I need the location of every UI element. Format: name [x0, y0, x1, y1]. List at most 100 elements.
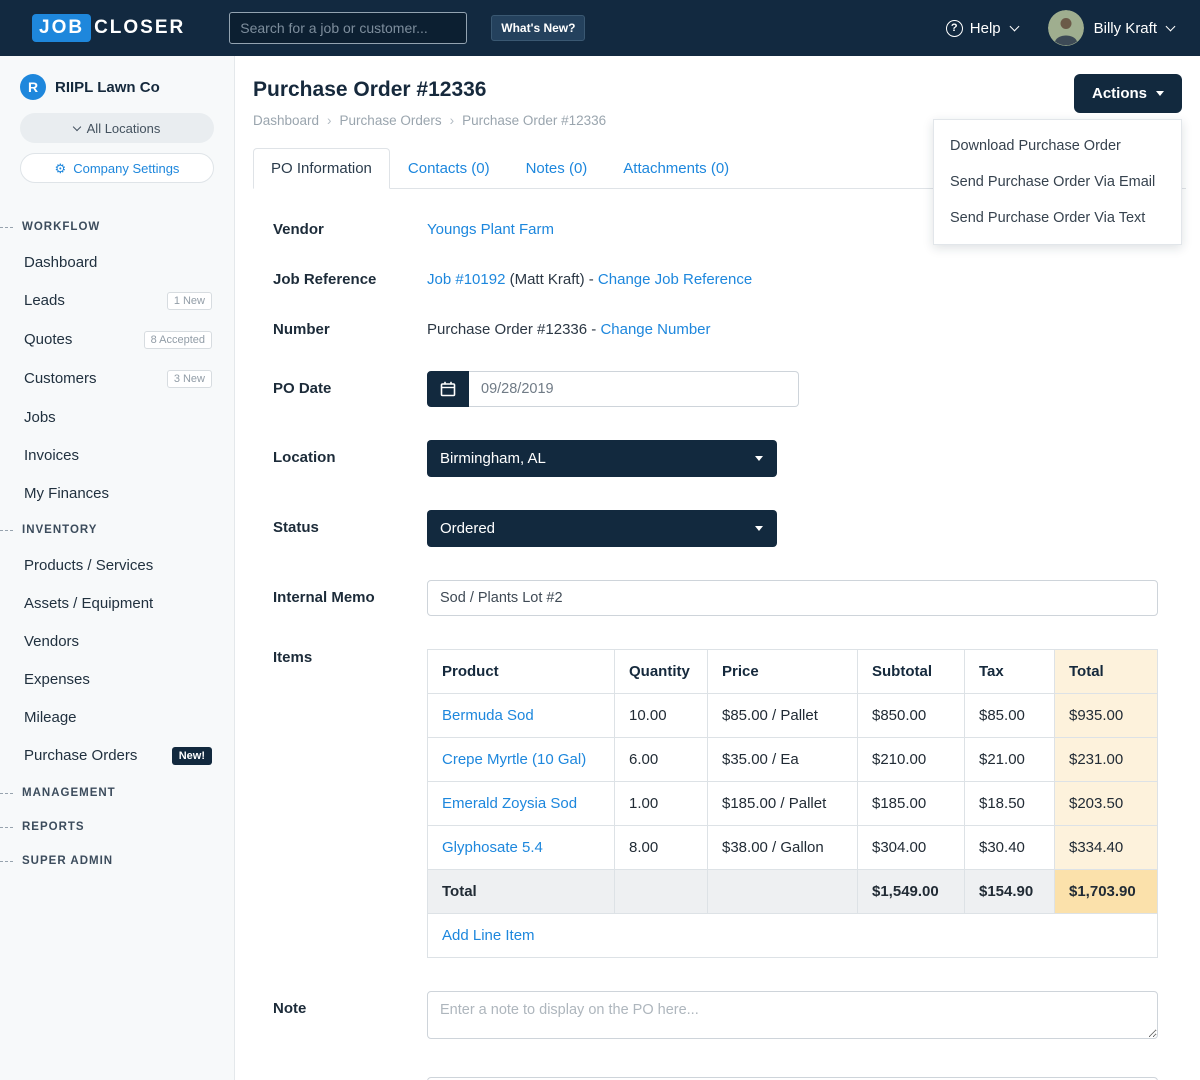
- status-select[interactable]: Ordered: [427, 510, 777, 547]
- col-product: Product: [428, 650, 615, 694]
- sidebar-item-quotes[interactable]: Quotes8 Accepted: [0, 320, 234, 359]
- menu-item-send-po-text[interactable]: Send Purchase Order Via Text: [934, 200, 1181, 236]
- grand-total: $1,703.90: [1055, 870, 1158, 914]
- sidebar-item-my-finances[interactable]: My Finances: [0, 474, 234, 512]
- company-avatar: R: [20, 74, 46, 100]
- tab-notes[interactable]: Notes (0): [508, 148, 606, 189]
- sidebar: R RIIPL Lawn Co All Locations ⚙ Company …: [0, 56, 235, 1080]
- change-job-reference-link[interactable]: Change Job Reference: [598, 271, 752, 288]
- all-locations-button[interactable]: All Locations: [20, 113, 214, 143]
- user-menu[interactable]: Billy Kraft: [1048, 10, 1174, 46]
- company-name: RIIPL Lawn Co: [55, 79, 160, 96]
- vendor-link[interactable]: Youngs Plant Farm: [427, 221, 554, 238]
- sidebar-item-purchase-orders[interactable]: Purchase OrdersNew!: [0, 736, 234, 775]
- cell-total: $231.00: [1055, 738, 1158, 782]
- sidebar-item-dashboard[interactable]: Dashboard: [0, 243, 234, 281]
- sidebar-item-customers[interactable]: Customers3 New: [0, 359, 234, 398]
- caret-down-icon: [755, 456, 763, 461]
- sidebar-item-jobs[interactable]: Jobs: [0, 398, 234, 436]
- add-line-item-link[interactable]: Add Line Item: [442, 927, 535, 944]
- sidebar-item-mileage[interactable]: Mileage: [0, 698, 234, 736]
- product-link[interactable]: Emerald Zoysia Sod: [442, 795, 577, 812]
- sidebar-section-super-admin[interactable]: SUPER ADMIN: [0, 843, 234, 877]
- job-link[interactable]: Job #10192: [427, 271, 505, 288]
- tab-contacts[interactable]: Contacts (0): [390, 148, 508, 189]
- sidebar-section-reports[interactable]: REPORTS: [0, 809, 234, 843]
- cell-tax: $85.00: [965, 694, 1055, 738]
- search-input[interactable]: [229, 12, 467, 44]
- sidebar-item-vendors[interactable]: Vendors: [0, 622, 234, 660]
- product-link[interactable]: Bermuda Sod: [442, 707, 534, 724]
- user-name: Billy Kraft: [1094, 20, 1157, 37]
- product-link[interactable]: Crepe Myrtle (10 Gal): [442, 751, 586, 768]
- breadcrumb-purchase-orders[interactable]: Purchase Orders: [340, 113, 442, 128]
- cell-total: $334.40: [1055, 826, 1158, 870]
- cell-quantity: 10.00: [615, 694, 708, 738]
- breadcrumb-dashboard[interactable]: Dashboard: [253, 113, 319, 128]
- cell-subtotal: $304.00: [858, 826, 965, 870]
- note-row: Note: [273, 991, 1158, 1044]
- cell-total: $203.50: [1055, 782, 1158, 826]
- status-row: Status Ordered: [273, 510, 1158, 547]
- calendar-button[interactable]: [427, 371, 469, 407]
- po-date-input[interactable]: [469, 371, 799, 407]
- note-textarea[interactable]: [427, 991, 1158, 1039]
- gear-icon: ⚙: [55, 162, 67, 175]
- col-subtotal: Subtotal: [858, 650, 965, 694]
- location-select[interactable]: Birmingham, AL: [427, 440, 777, 477]
- internal-memo-row: Internal Memo: [273, 580, 1158, 616]
- change-number-link[interactable]: Change Number: [600, 321, 710, 338]
- status-label: Status: [273, 510, 427, 547]
- internal-memo-input[interactable]: [427, 580, 1158, 616]
- cell-tax: $21.00: [965, 738, 1055, 782]
- items-row: Items Product Quantity Price Subtotal Ta…: [273, 649, 1158, 958]
- actions-button[interactable]: Actions: [1074, 74, 1182, 113]
- help-label: Help: [970, 20, 1001, 37]
- menu-item-download-po[interactable]: Download Purchase Order: [934, 128, 1181, 164]
- customers-badge: 3 New: [167, 370, 212, 388]
- calendar-icon: [440, 381, 456, 397]
- app-logo[interactable]: JOB CLOSER: [32, 14, 185, 42]
- menu-item-send-po-email[interactable]: Send Purchase Order Via Email: [934, 164, 1181, 200]
- col-total: Total: [1055, 650, 1158, 694]
- sidebar-item-products-services[interactable]: Products / Services: [0, 546, 234, 584]
- section-dash: [0, 793, 13, 794]
- sidebar-section-workflow: WORKFLOW: [0, 209, 234, 243]
- sidebar-item-leads[interactable]: Leads1 New: [0, 281, 234, 320]
- cell-price: $35.00 / Ea: [708, 738, 858, 782]
- help-menu[interactable]: ? Help: [946, 20, 1018, 37]
- purchase-orders-new-badge: New!: [172, 747, 212, 765]
- quotes-badge: 8 Accepted: [144, 331, 212, 349]
- internal-memo-label: Internal Memo: [273, 580, 427, 616]
- sidebar-section-management[interactable]: MANAGEMENT: [0, 775, 234, 809]
- breadcrumb-current: Purchase Order #12336: [462, 113, 606, 128]
- cell-subtotal: $850.00: [858, 694, 965, 738]
- sidebar-item-expenses[interactable]: Expenses: [0, 660, 234, 698]
- avatar: [1048, 10, 1084, 46]
- company-settings-button[interactable]: ⚙ Company Settings: [20, 153, 214, 183]
- location-label: Location: [273, 440, 427, 477]
- number-label: Number: [273, 321, 427, 338]
- caret-down-icon: [1156, 91, 1164, 96]
- table-total-row: Total $1,549.00 $154.90 $1,703.90: [428, 870, 1158, 914]
- sidebar-item-assets-equipment[interactable]: Assets / Equipment: [0, 584, 234, 622]
- job-reference-label: Job Reference: [273, 271, 427, 288]
- cell-quantity: 6.00: [615, 738, 708, 782]
- whats-new-button[interactable]: What's New?: [491, 15, 585, 41]
- cell-subtotal: $210.00: [858, 738, 965, 782]
- cell-price: $185.00 / Pallet: [708, 782, 858, 826]
- product-link[interactable]: Glyphosate 5.4: [442, 839, 543, 856]
- chevron-down-icon: [72, 123, 80, 131]
- tab-attachments[interactable]: Attachments (0): [605, 148, 747, 189]
- col-quantity: Quantity: [615, 650, 708, 694]
- section-dash: [0, 227, 13, 228]
- topbar: JOB CLOSER What's New? ? Help Billy Kraf…: [0, 0, 1200, 56]
- leads-badge: 1 New: [167, 292, 212, 310]
- chevron-down-icon: [1166, 22, 1176, 32]
- sidebar-item-invoices[interactable]: Invoices: [0, 436, 234, 474]
- cell-quantity: 8.00: [615, 826, 708, 870]
- section-dash: [0, 861, 13, 862]
- section-dash: [0, 827, 13, 828]
- company-switcher[interactable]: R RIIPL Lawn Co: [0, 74, 234, 100]
- tab-po-information[interactable]: PO Information: [253, 148, 390, 189]
